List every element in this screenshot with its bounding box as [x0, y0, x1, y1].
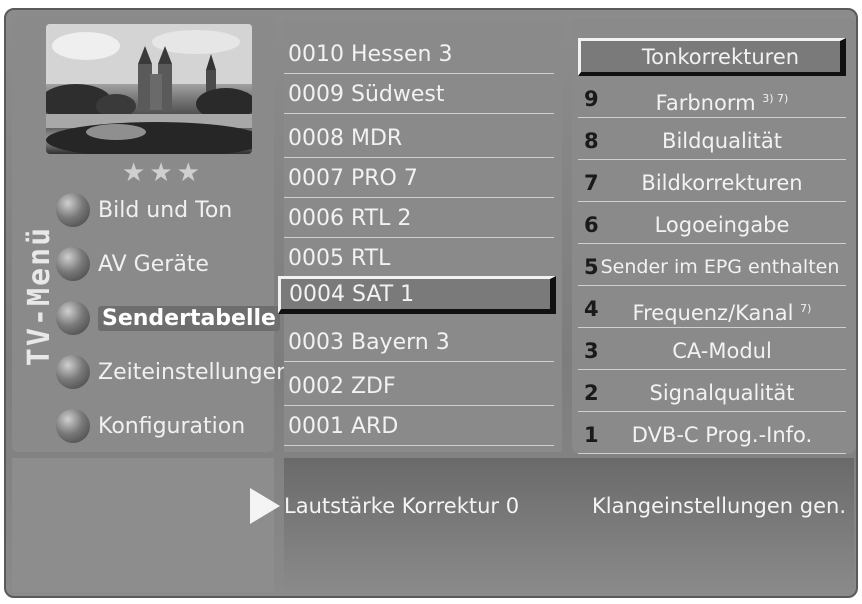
submenu-item-ca-modul[interactable]: 3 CA-Modul: [578, 332, 846, 370]
submenu-number: 6: [584, 213, 599, 237]
submenu-item-farbnorm[interactable]: 9 Farbnorm 3) 7): [578, 80, 846, 118]
menu-item-zeiteinstellungen[interactable]: Zeiteinstellungen: [56, 352, 290, 392]
submenu-item-sender-im-epg[interactable]: 5 Sender im EPG enthalten: [578, 248, 846, 286]
submenu-item-bildqualitaet[interactable]: 8 Bildqualität: [578, 122, 846, 160]
footnote-marker: 3) 7): [762, 92, 789, 105]
menu-item-sendertabelle[interactable]: Sendertabelle: [56, 298, 280, 338]
menu-item-av-geraete[interactable]: AV Geräte: [56, 244, 209, 284]
channel-row[interactable]: 0010 Hessen 3: [284, 36, 554, 74]
submenu-label: Sender im EPG enthalten: [600, 256, 840, 278]
menu-ball-icon: [56, 247, 90, 281]
submenu-label: DVB-C Prog.-Info.: [631, 423, 813, 447]
menu-item-bild-und-ton[interactable]: Bild und Ton: [56, 190, 232, 230]
submenu-item-dvbc-prog-info[interactable]: 1 DVB-C Prog.-Info.: [578, 416, 846, 454]
main-menu-panel: TV-Menü ★★★ Bild und Ton AV Geräte Sende…: [12, 16, 290, 452]
current-setting: Lautstärke Korrektur 0: [284, 494, 520, 518]
submenu-label: Signalqualität: [649, 381, 795, 405]
submenu-number: 4: [584, 297, 599, 321]
menu-item-konfiguration[interactable]: Konfiguration: [56, 406, 245, 446]
menu-item-label: Bild und Ton: [98, 197, 233, 223]
submenu-label: Logoeingabe: [654, 213, 790, 237]
selection-arrow-icon: [250, 488, 280, 524]
submenu-number: 7: [584, 171, 599, 195]
channel-row[interactable]: 0006 RTL 2: [284, 200, 554, 238]
channel-list: 0010 Hessen 3 0009 Südwest 0008 MDR 0007…: [278, 20, 562, 452]
city-gate-picture: [46, 24, 252, 154]
channel-row[interactable]: 0005 RTL: [284, 240, 554, 278]
submenu-label: Tonkorrekturen: [641, 45, 800, 69]
submenu-number: 9: [584, 87, 599, 111]
channel-row-selected[interactable]: 0004 SAT 1: [278, 276, 556, 314]
submenu-number: 1: [584, 423, 599, 447]
submenu-label: Frequenz/Kanal: [632, 301, 794, 325]
footnote-marker: 7): [800, 302, 812, 315]
submenu-item-tonkorrekturen[interactable]: Tonkorrekturen: [578, 38, 846, 76]
bottom-left-panel: [12, 458, 274, 592]
menu-ball-icon: [56, 409, 90, 443]
submenu-panel: Tonkorrekturen 9 Farbnorm 3) 7) 8 Bildqu…: [572, 18, 856, 454]
channel-row[interactable]: 0003 Bayern 3: [284, 324, 554, 362]
submenu-label: Bildkorrekturen: [641, 171, 803, 195]
rating-stars: ★★★: [122, 158, 204, 188]
channel-row[interactable]: 0007 PRO 7: [284, 160, 554, 198]
help-hint: Klangeinstellungen gen.: [592, 494, 847, 518]
submenu-number: 2: [584, 381, 599, 405]
channel-row[interactable]: 0002 ZDF: [284, 368, 554, 406]
submenu-label: CA-Modul: [672, 339, 772, 363]
submenu-item-bildkorrekturen[interactable]: 7 Bildkorrekturen: [578, 164, 846, 202]
channel-row[interactable]: 0008 MDR: [284, 120, 554, 158]
info-bar: [284, 458, 854, 592]
preview-image: [46, 24, 252, 154]
submenu-label: Bildqualität: [662, 129, 782, 153]
menu-ball-icon: [56, 193, 90, 227]
submenu-number: 3: [584, 339, 599, 363]
menu-ball-icon: [56, 355, 90, 389]
menu-item-label: AV Geräte: [98, 251, 209, 277]
submenu-item-signalqualitaet[interactable]: 2 Signalqualität: [578, 374, 846, 412]
submenu-label: Farbnorm: [655, 91, 756, 115]
channel-row[interactable]: 0001 ARD: [284, 408, 554, 446]
submenu-item-logoeingabe[interactable]: 6 Logoeingabe: [578, 206, 846, 244]
tv-menu-screen: TV-Menü ★★★ Bild und Ton AV Geräte Sende…: [4, 8, 858, 598]
submenu-number: 8: [584, 129, 599, 153]
menu-item-label: Konfiguration: [98, 413, 246, 439]
menu-title: TV-Menü: [22, 225, 57, 367]
menu-item-label: Sendertabelle: [98, 305, 280, 331]
menu-ball-icon: [56, 301, 90, 335]
menu-item-label: Zeiteinstellungen: [98, 359, 291, 385]
submenu-item-frequenz-kanal[interactable]: 4 Frequenz/Kanal 7): [578, 290, 846, 328]
channel-row[interactable]: 0009 Südwest: [284, 76, 554, 114]
